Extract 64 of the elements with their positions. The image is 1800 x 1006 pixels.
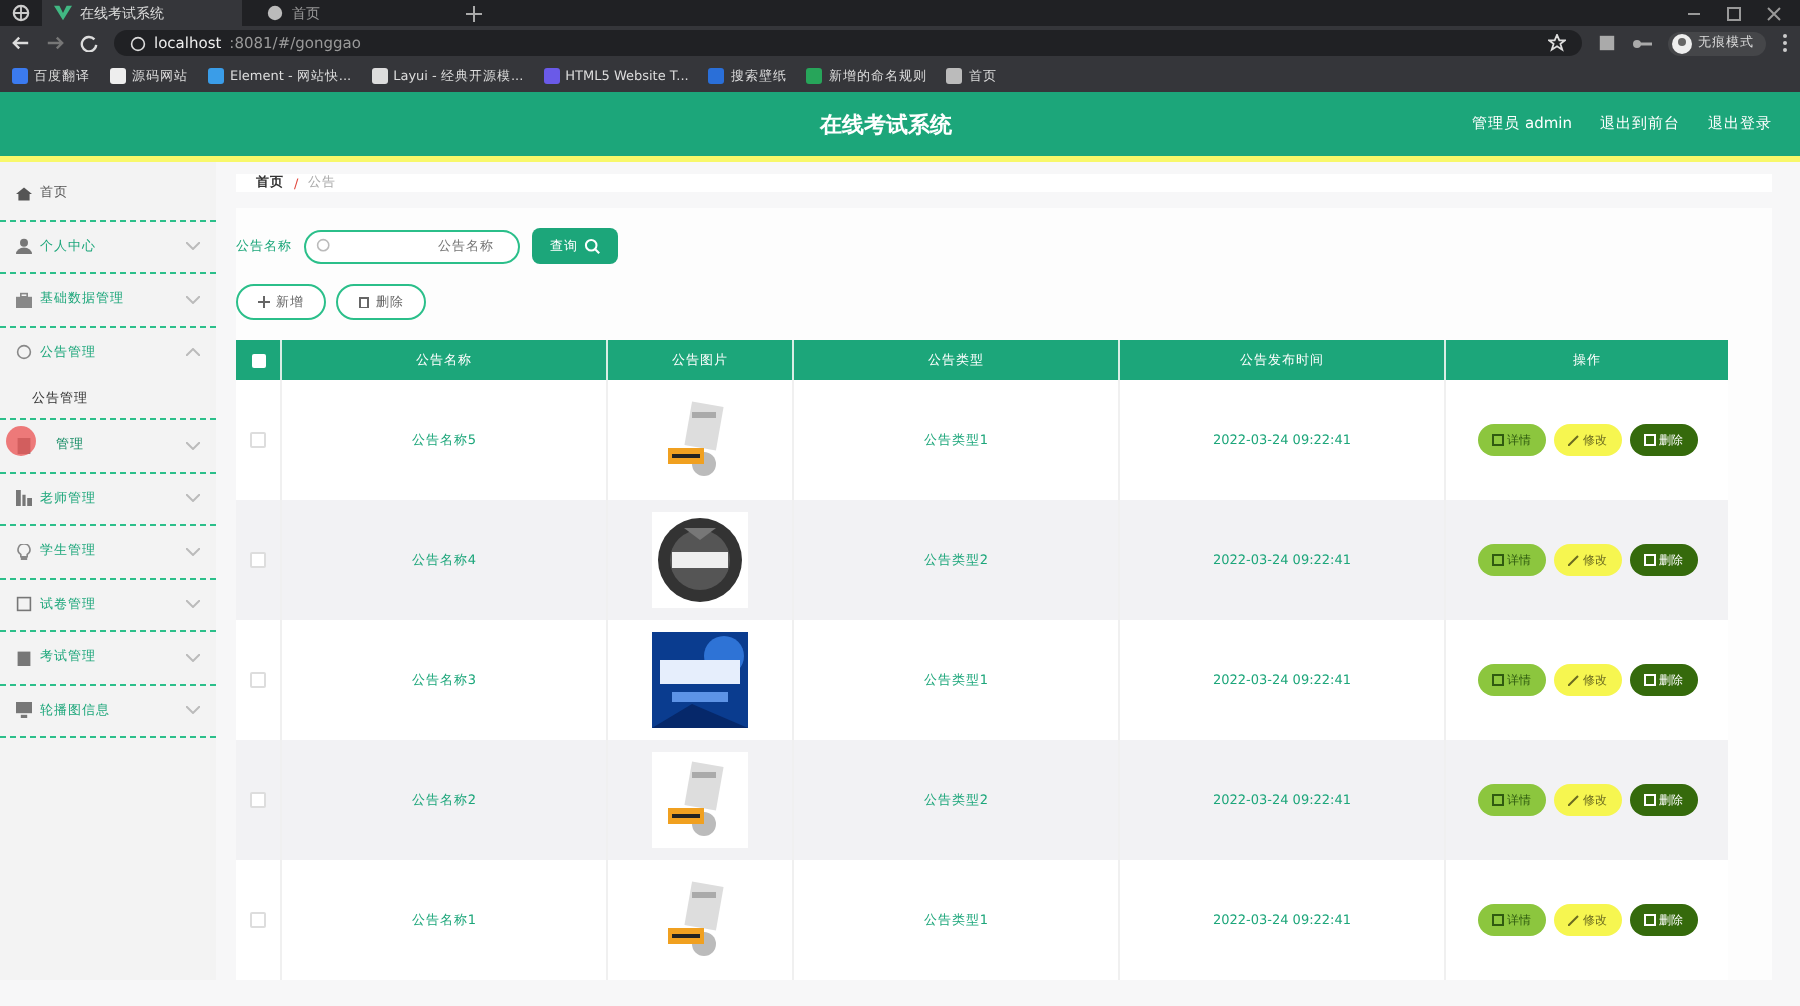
key-icon[interactable]	[1632, 37, 1652, 49]
reload-icon[interactable]	[80, 34, 98, 52]
avatar-icon	[1672, 33, 1692, 53]
row-checkbox[interactable]	[250, 552, 266, 568]
pencil-icon	[1567, 434, 1579, 446]
bookmark-icon	[946, 68, 963, 84]
trash-icon	[1643, 434, 1655, 446]
document-icon	[1491, 914, 1503, 926]
new-tab-icon[interactable]	[466, 5, 482, 21]
trash-icon	[358, 296, 370, 308]
cursor-highlight	[6, 426, 36, 456]
chevron-down-icon	[186, 547, 200, 556]
chevron-down-icon	[186, 242, 200, 251]
pencil-icon	[1567, 674, 1579, 686]
chevron-down-icon	[186, 600, 200, 609]
trash-icon	[1643, 914, 1655, 926]
square-icon	[16, 596, 32, 613]
chevron-down-icon	[186, 653, 200, 662]
more-icon[interactable]	[1782, 34, 1788, 52]
monitor-icon	[16, 702, 32, 719]
bookmark-icon	[543, 68, 560, 84]
trash-icon	[1643, 674, 1655, 686]
user-icon	[16, 238, 32, 255]
chevron-down-icon	[186, 295, 200, 304]
star-icon[interactable]	[1548, 34, 1566, 52]
bookmark-icon	[806, 68, 823, 84]
pencil-icon	[1567, 914, 1579, 926]
chevron-down-icon	[186, 706, 200, 715]
back-icon[interactable]	[12, 34, 30, 52]
bookmark-icon	[371, 68, 388, 84]
document-icon	[1491, 674, 1503, 686]
briefcase-icon	[16, 291, 32, 308]
extension-icon[interactable]	[1598, 34, 1616, 52]
v-logo-icon	[54, 4, 72, 22]
pencil-icon	[1567, 554, 1579, 566]
search-icon	[316, 238, 332, 254]
bookmark-icon	[708, 68, 725, 84]
clipboard-icon	[16, 649, 32, 666]
bookmark-icon	[12, 68, 28, 84]
home-icon	[16, 185, 32, 202]
bookmark-icon	[110, 68, 126, 84]
bar-chart-icon	[16, 490, 32, 507]
forward-icon[interactable]	[46, 34, 64, 52]
pencil-icon	[1567, 794, 1579, 806]
row-checkbox[interactable]	[250, 912, 266, 928]
chevron-down-icon	[186, 494, 200, 503]
app-title: 在线考试系统	[820, 109, 952, 139]
row-checkbox[interactable]	[250, 432, 266, 448]
row-checkbox[interactable]	[250, 672, 266, 688]
bulb-icon	[16, 543, 32, 560]
plus-icon	[258, 296, 270, 308]
row-checkbox[interactable]	[250, 792, 266, 808]
trash-icon	[1643, 794, 1655, 806]
bookmark-icon	[208, 68, 224, 84]
search-icon	[584, 238, 600, 254]
document-icon	[1491, 434, 1503, 446]
trash-icon	[1643, 554, 1655, 566]
chevron-down-icon	[186, 441, 200, 450]
info-icon[interactable]	[130, 35, 146, 51]
chevron-up-icon	[186, 348, 200, 357]
document-icon	[1491, 794, 1503, 806]
select-all-checkbox[interactable]	[251, 353, 265, 367]
circle-icon	[16, 344, 32, 361]
document-icon	[1491, 554, 1503, 566]
